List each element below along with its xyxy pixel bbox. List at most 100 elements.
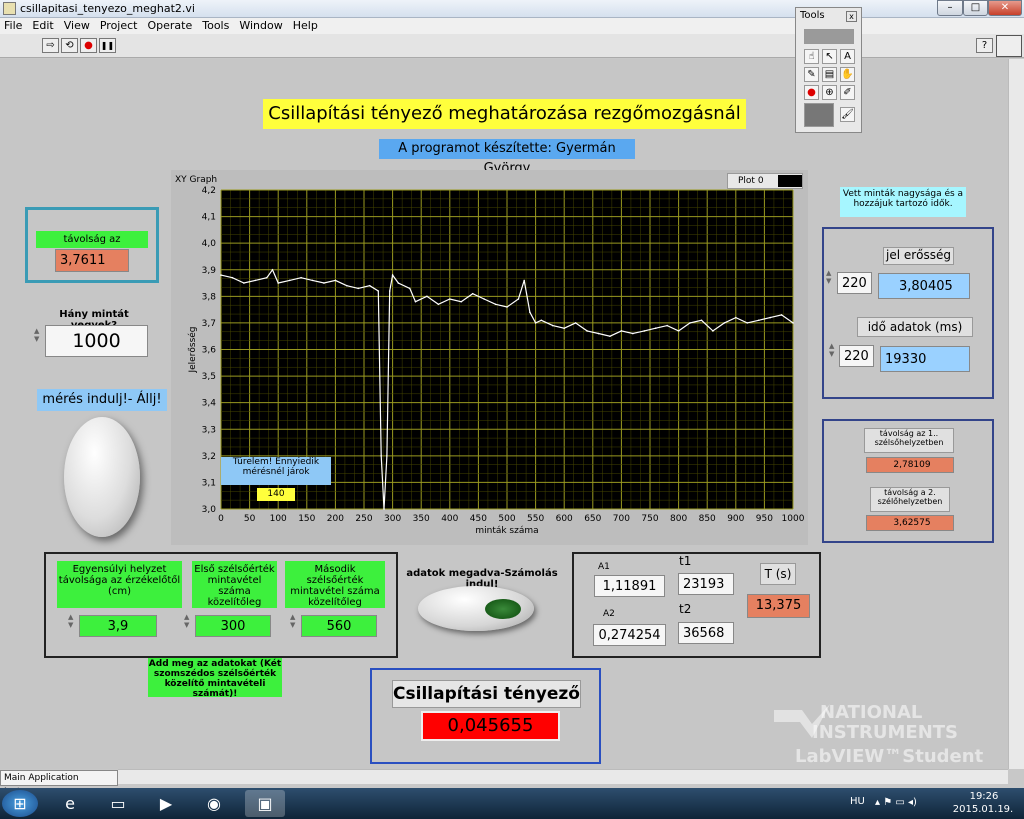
start-button-icon[interactable]: ⊞ [2, 790, 38, 817]
color-copy-tool-icon[interactable]: ✐ [840, 85, 855, 100]
data-point [780, 314, 783, 316]
labview-task-icon[interactable]: ▣ [245, 790, 285, 817]
time-index[interactable]: 220 [839, 345, 874, 367]
data-point [368, 284, 371, 287]
text-tool-icon[interactable]: A [840, 49, 855, 64]
maximize-button[interactable]: □ [963, 0, 988, 16]
color-tool-icon[interactable] [804, 103, 834, 127]
run-continuously-icon[interactable]: ⟲ [61, 38, 78, 53]
data-point [220, 274, 222, 276]
extreme1-label: távolság az 1.. szélsőhelyzetben [864, 428, 954, 453]
x-tick-label: 250 [355, 514, 372, 524]
run-arrow-icon[interactable]: ⇨ [42, 38, 59, 53]
menu-window[interactable]: Window [235, 18, 286, 32]
ni-logo-line2: INSTRUMENTS [812, 722, 958, 743]
x-axis-label: minták száma [475, 526, 538, 536]
pause-icon[interactable]: ❚❚ [99, 38, 116, 53]
data-point [551, 324, 554, 327]
firefox-icon[interactable]: ◉ [194, 790, 234, 817]
signal-label: jel erősség [883, 247, 954, 265]
data-point [300, 276, 302, 279]
ie-icon[interactable]: e [50, 790, 90, 817]
minimize-button[interactable]: – [937, 0, 963, 16]
second-extreme-input[interactable]: 560 [301, 615, 377, 637]
wait-label: Türelem! Ennyiedik mérésnél járok [221, 457, 331, 485]
x-tick-label: 450 [470, 514, 487, 524]
probe-tool-icon[interactable]: ⊕ [822, 85, 837, 100]
menu-edit[interactable]: Edit [28, 18, 57, 32]
data-point [377, 290, 380, 292]
x-tick-label: 350 [413, 514, 430, 524]
signal-index-spinner[interactable]: ▲ ▼ [826, 269, 836, 291]
explorer-icon[interactable]: ▭ [98, 790, 138, 817]
a1-label: A1 [598, 562, 610, 572]
equilibrium-input[interactable]: 3,9 [79, 615, 157, 637]
t1-label: t1 [679, 554, 692, 568]
first-extreme-input[interactable]: 300 [195, 615, 271, 637]
y-axis-label: Jelerősség [187, 326, 198, 373]
data-point [677, 330, 680, 332]
data-point [471, 292, 474, 295]
menu-tools[interactable]: Tools [198, 18, 233, 32]
t2-label: t2 [679, 602, 692, 616]
tray-icons[interactable]: ▴ ⚑ ▭ ◂) [875, 797, 917, 808]
menu-operate[interactable]: Operate [143, 18, 196, 32]
language-indicator[interactable]: HU [850, 796, 865, 807]
data-point [277, 282, 279, 284]
samples-spinner[interactable]: ▲ ▼ [34, 327, 44, 355]
scroll-tool-icon[interactable]: ✋ [840, 67, 855, 82]
window-title: csillapitasi_tenyezo_meghat2.vi [20, 2, 195, 15]
tools-palette[interactable]: Tools x ☝ ↖ A ✎ ▤ ✋ ● ⊕ ✐ 🖌 [795, 7, 862, 133]
position-tool-icon[interactable]: ↖ [822, 49, 837, 64]
equilibrium-spinner[interactable]: ▲ ▼ [68, 613, 78, 635]
menu-bar: File Edit View Project Operate Tools Window Hel… [0, 18, 1024, 34]
y-tick-label: 3,1 [202, 478, 216, 488]
t1-value: 23193 [678, 573, 734, 595]
menu-view[interactable]: View [60, 18, 94, 32]
clock-date: 2015.01.19. [952, 804, 1014, 815]
equilibrium-label: Egyensúlyi helyzet távolsága az érzékelő… [57, 561, 182, 608]
x-tick-label: 800 [670, 514, 687, 524]
auto-tool-icon[interactable] [804, 29, 854, 44]
x-tick-label: 600 [556, 514, 573, 524]
shortcut-tool-icon[interactable]: ▤ [822, 67, 837, 82]
distance-label: távolság az érzékelőtől [36, 231, 148, 262]
signal-index[interactable]: 220 [837, 272, 872, 294]
y-tick-label: 3,9 [202, 266, 217, 276]
period-value: 13,375 [747, 594, 810, 618]
close-button[interactable]: ✕ [988, 0, 1022, 16]
data-point [388, 290, 391, 292]
vertical-scrollbar[interactable] [1008, 59, 1024, 769]
labview-window: csillapitasi_tenyezo_meghat2.vi – □ ✕ Fi… [0, 0, 1024, 788]
first-extreme-spinner[interactable]: ▲ ▼ [184, 613, 194, 635]
breakpoint-tool-icon[interactable]: ● [804, 85, 819, 100]
data-point [746, 322, 749, 324]
tools-close-icon[interactable]: x [846, 11, 857, 22]
taskbar: ⊞ e ▭ ▶ ◉ ▣ HU ▴ ⚑ ▭ ◂) 19:26 2015.01.19… [0, 788, 1024, 819]
x-tick-label: 900 [727, 514, 744, 524]
x-tick-label: 150 [298, 514, 315, 524]
menu-help[interactable]: Help [289, 18, 322, 32]
x-tick-label: 400 [441, 514, 458, 524]
data-point [609, 335, 611, 338]
start-stop-button[interactable] [64, 417, 140, 537]
time-index-spinner[interactable]: ▲ ▼ [829, 342, 839, 364]
menu-file[interactable]: File [0, 18, 26, 32]
vi-connector-icon [996, 35, 1022, 57]
horizontal-scrollbar[interactable] [118, 769, 1008, 784]
brush-tool-icon[interactable]: 🖌 [840, 107, 855, 122]
abort-icon[interactable]: ● [80, 38, 97, 53]
context-help-icon[interactable]: ? [976, 38, 993, 53]
wire-tool-icon[interactable]: ✎ [804, 67, 819, 82]
second-extreme-spinner[interactable]: ▲ ▼ [290, 613, 300, 635]
samples-input[interactable]: 1000 [45, 325, 148, 357]
media-player-icon[interactable]: ▶ [146, 790, 186, 817]
menu-project[interactable]: Project [96, 18, 142, 32]
calculate-button[interactable] [418, 586, 534, 631]
t2-value: 36568 [678, 622, 734, 644]
y-tick-label: 3,4 [202, 399, 217, 409]
data-point [523, 279, 525, 282]
instruction-note: Add meg az adatokat (Két szomszédos szél… [148, 658, 282, 699]
operate-tool-icon[interactable]: ☝ [804, 49, 819, 64]
data-point [574, 322, 577, 324]
